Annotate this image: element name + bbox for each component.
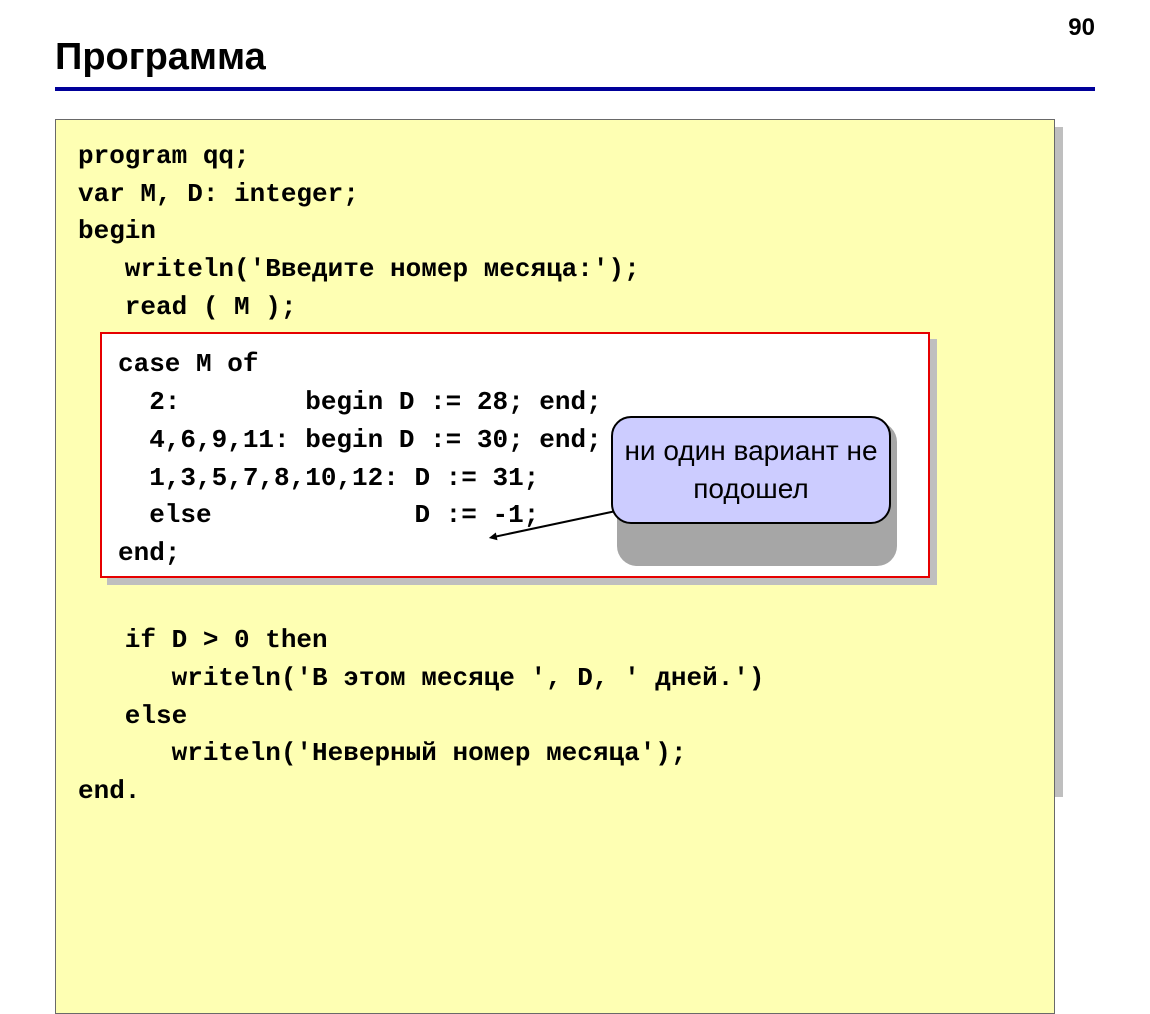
code-segment-top: program qq; var M, D: integer; begin wri… — [78, 141, 640, 322]
callout-container: ни один вариант не подошел — [611, 416, 911, 578]
code-segment-bottom: if D > 0 then writeln('В этом месяце ', … — [78, 625, 765, 806]
slide: 90 Программа program qq; var M, D: integ… — [0, 0, 1150, 864]
title-rule — [55, 87, 1095, 91]
callout-bubble: ни один вариант не подошел — [611, 416, 891, 524]
code-block: program qq; var M, D: integer; begin wri… — [55, 119, 1055, 1014]
code-block-container: program qq; var M, D: integer; begin wri… — [55, 119, 1095, 1014]
slide-title: Программа — [55, 36, 1095, 79]
page-number: 90 — [1068, 14, 1095, 42]
